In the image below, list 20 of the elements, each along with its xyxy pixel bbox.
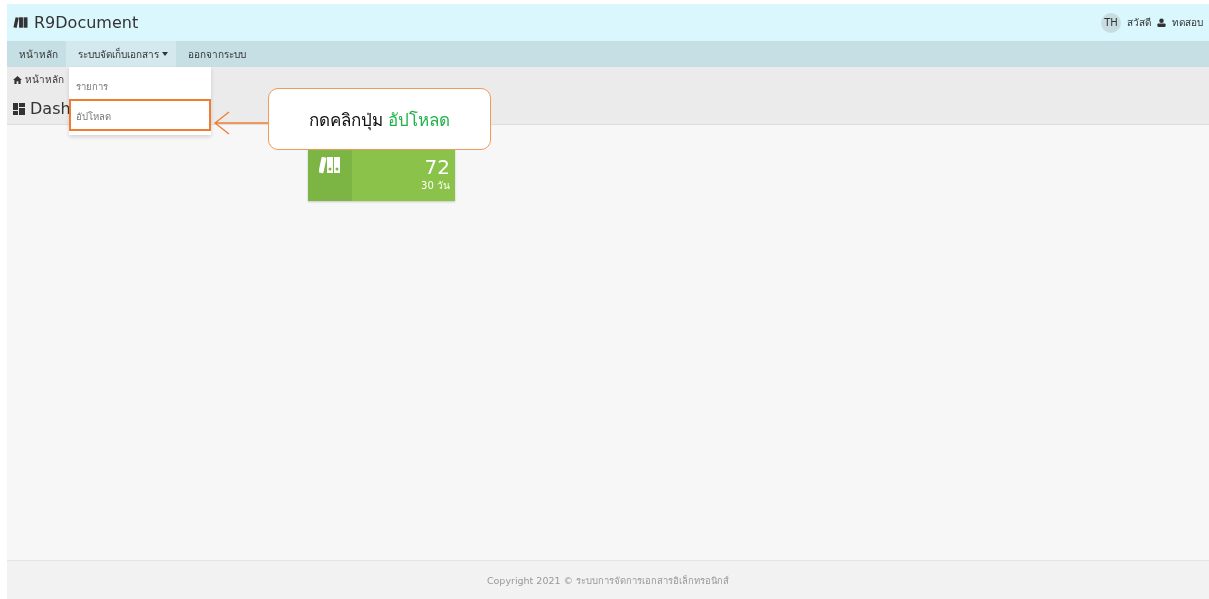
dashboard-icon [13, 102, 25, 115]
home-icon [13, 75, 22, 84]
binders-icon [13, 16, 29, 29]
user-avatar[interactable]: TH [1101, 12, 1121, 33]
tile-value: 72 [424, 156, 450, 178]
footer-text: Copyright 2021 © ระบบการจัดการเอกสารอิเล็กทรอนิกส์ [7, 560, 1209, 599]
nav-item[interactable]: ออกจากระบบ [176, 41, 254, 67]
nav-item[interactable]: หน้าหลัก [7, 41, 66, 67]
tile-period: 30 วัน [421, 179, 450, 193]
callout-tooltip: กดคลิกปุ่ม อัปโหลด [268, 88, 491, 150]
nav-item[interactable]: ระบบจัดเก็บเอกสาร [66, 41, 176, 67]
callout-arrow [213, 110, 269, 136]
app-title[interactable]: R9Document [34, 13, 139, 32]
menu-item[interactable]: อัปโหลด [69, 99, 211, 131]
binders-icon [319, 155, 341, 175]
menu-item[interactable]: รายการ [69, 71, 211, 99]
greeting-text: สวัสดี [1127, 16, 1151, 30]
page-title: Dash [30, 99, 71, 118]
user-name[interactable]: ทดสอบ [1172, 15, 1203, 30]
user-icon [1157, 18, 1166, 27]
